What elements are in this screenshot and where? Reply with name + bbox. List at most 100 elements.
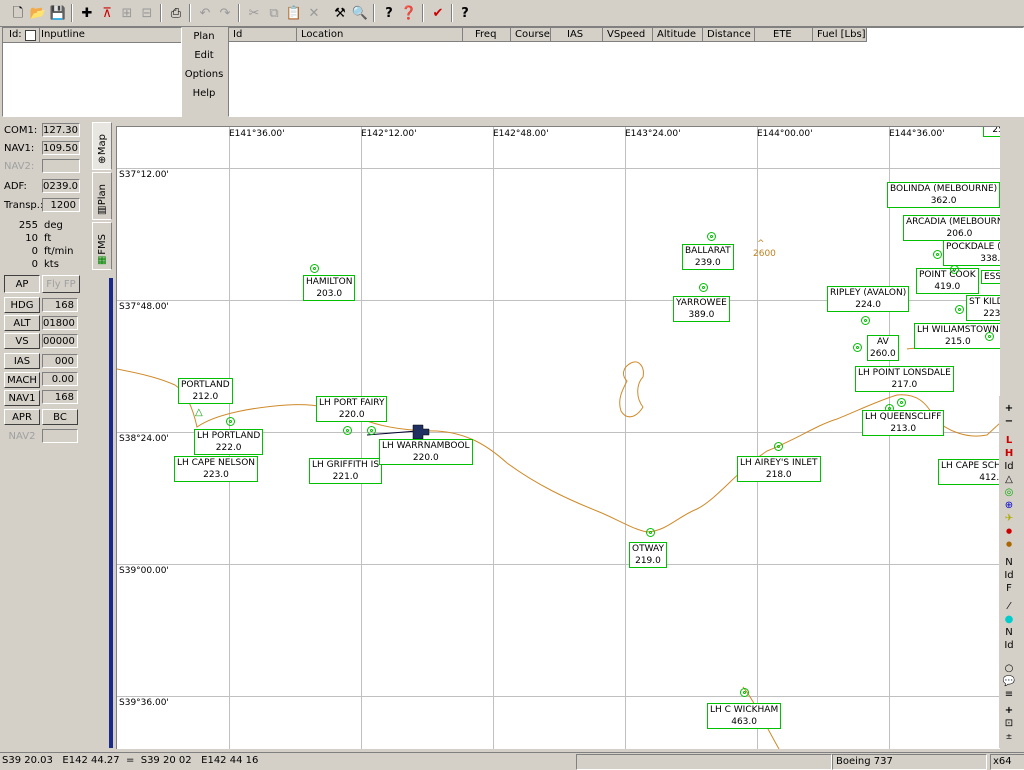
ndb-icon[interactable] [226,417,235,426]
menu-help[interactable]: Help [184,88,224,99]
ndb-icon[interactable] [343,426,352,435]
waypoint-label[interactable]: HAMILTON 203.0 [303,275,356,301]
zoom-out-icon[interactable]: − [999,415,1019,428]
f-icon[interactable]: F [999,582,1019,595]
map-view[interactable]: E141°36.00' E142°12.00' E142°48.00' E143… [116,126,1000,749]
adf-field[interactable]: 0239.0 [42,179,80,193]
menu-options[interactable]: Options [184,69,224,80]
ndb-icon[interactable] [707,232,716,241]
id3-icon[interactable]: Id [999,639,1019,652]
lh-h-icon[interactable]: H [999,447,1019,460]
new-file-icon[interactable]: 🗋 [8,3,28,23]
col-fuel[interactable]: Fuel [Lbs] [813,28,867,42]
zoom-icon[interactable]: 🔍 [350,3,370,23]
waypoint-label[interactable]: LH CAPE SCH412.0 [938,459,1000,485]
waypoint-label[interactable]: LH AIREY'S INLET 218.0 [737,456,821,482]
waypoint-label[interactable]: POINT COOK 419.0 [916,268,979,294]
menu-plan[interactable]: Plan [184,31,224,42]
menu-edit[interactable]: Edit [184,50,224,61]
waypoint-label[interactable]: BOLINDA (MELBOURNE) 362.0 [887,182,1000,208]
nav1-course-field[interactable]: 168 [42,390,78,404]
dot-icon[interactable]: ● [999,525,1019,538]
vs-button[interactable]: VS [4,333,40,349]
hdg-button[interactable]: HDG [4,297,40,313]
hammer-icon[interactable]: ⚒ [330,3,350,23]
ring-icon[interactable]: ○ [999,662,1019,675]
id-checkbox[interactable] [25,30,36,41]
alt-field[interactable]: 01800 [42,316,78,330]
col-ete[interactable]: ETE [755,28,813,42]
ndb-icon[interactable] [740,688,749,697]
n-icon[interactable]: N [999,556,1019,569]
waypoint-label[interactable]: RIPLEY (AVALON) 224.0 [827,286,910,312]
waypoint-label[interactable]: ST KILDA P223.0 [966,295,1000,321]
check-icon[interactable]: ✔ [428,3,448,23]
hdg-field[interactable]: 168 [42,298,78,312]
ndb-icon[interactable] [699,283,708,292]
line-icon[interactable]: ⁄ [999,600,1019,613]
triangle-icon[interactable]: △ [999,473,1019,486]
ndb-icon[interactable] [367,426,376,435]
ndb-icon[interactable] [774,442,783,451]
cross-icon[interactable]: + [999,704,1019,717]
waypoint-label[interactable]: LH PORT FAIRY 220.0 [316,396,388,422]
col-ias[interactable]: IAS [551,28,603,42]
mach-field[interactable]: 0.00 [42,372,78,386]
col-freq[interactable]: Freq [463,28,511,42]
add-waypoint-icon[interactable]: ✚ [77,3,97,23]
airport-icon[interactable]: ✈ [999,512,1019,525]
tab-map[interactable]: Map ⊕ [92,122,112,170]
waypoint-label[interactable]: PORTLAND 212.0 [178,378,233,404]
waypoint-label[interactable]: ARCADIA (MELBOURNE)206.0 [903,215,1000,241]
whats-this-icon[interactable]: ❓ [399,3,419,23]
fit-icon[interactable]: ± [999,730,1019,743]
ap-button[interactable]: AP [4,275,40,293]
apr-button[interactable]: APR [4,409,40,425]
ias-button[interactable]: IAS [4,353,40,369]
ndb-icon[interactable] [950,265,959,274]
ndb-icon[interactable] [897,398,906,407]
nav1-button[interactable]: NAV1 [4,390,40,406]
compass-icon[interactable]: ⊼ [97,3,117,23]
vor-triangle-icon[interactable]: △ [195,407,203,418]
help-book-icon[interactable]: ? [379,3,399,23]
balloon-icon[interactable]: 💬 [999,675,1019,688]
id2-icon[interactable]: Id [999,569,1019,582]
nav1-field[interactable]: 109.50 [42,141,80,155]
ndb-icon[interactable] [933,250,942,259]
col-id[interactable]: Id [229,28,297,42]
ndb-icon[interactable] [310,264,319,273]
col-altitude[interactable]: Altitude [653,28,703,42]
alt-button[interactable]: ALT [4,315,40,331]
vs-field[interactable]: 00000 [42,334,78,348]
waypoint-label[interactable]: BALLARAT 239.0 [682,244,734,270]
open-folder-icon[interactable]: 📂 [28,3,48,23]
waypoint-label[interactable]: LH POINT LONSDALE 217.0 [855,366,954,392]
bc-button[interactable]: BC [42,409,78,425]
col-distance[interactable]: Distance [703,28,755,42]
ndb-icon[interactable] [955,305,964,314]
ndb-icon[interactable] [853,343,862,352]
waypoint-label[interactable]: ESSEND [981,270,1000,284]
ndb-icon[interactable] [646,528,655,537]
save-icon[interactable]: 💾 [48,3,68,23]
dot2-icon[interactable]: ● [999,538,1019,551]
col-location[interactable]: Location [297,28,463,42]
zoom-in-icon[interactable]: + [999,402,1019,415]
id-icon[interactable]: Id [999,460,1019,473]
ndb-icon[interactable] [985,332,994,341]
ndb-icon[interactable] [861,316,870,325]
waypoint-label[interactable]: LH PORTLAND 222.0 [194,429,264,455]
waypoint-label[interactable]: LH GRIFFITH IS 221.0 [309,458,383,484]
transponder-field[interactable]: 1200 [42,198,80,212]
help-icon[interactable]: ? [455,3,475,23]
mach-button[interactable]: MACH [4,372,40,388]
waypoint-label[interactable]: LH C WICKHAM 463.0 [707,703,782,729]
tab-fms[interactable]: FMS ▦ [92,222,112,270]
col-vspeed[interactable]: VSpeed [603,28,653,42]
ias-field[interactable]: 000 [42,354,78,368]
n2-icon[interactable]: N [999,626,1019,639]
waypoint-label[interactable]: LH CAPE NELSON 223.0 [174,456,259,482]
waypoint-label[interactable]: LH QUEENSCLIFF 213.0 [862,410,945,436]
vor-filter-icon[interactable]: ⊕ [999,499,1019,512]
